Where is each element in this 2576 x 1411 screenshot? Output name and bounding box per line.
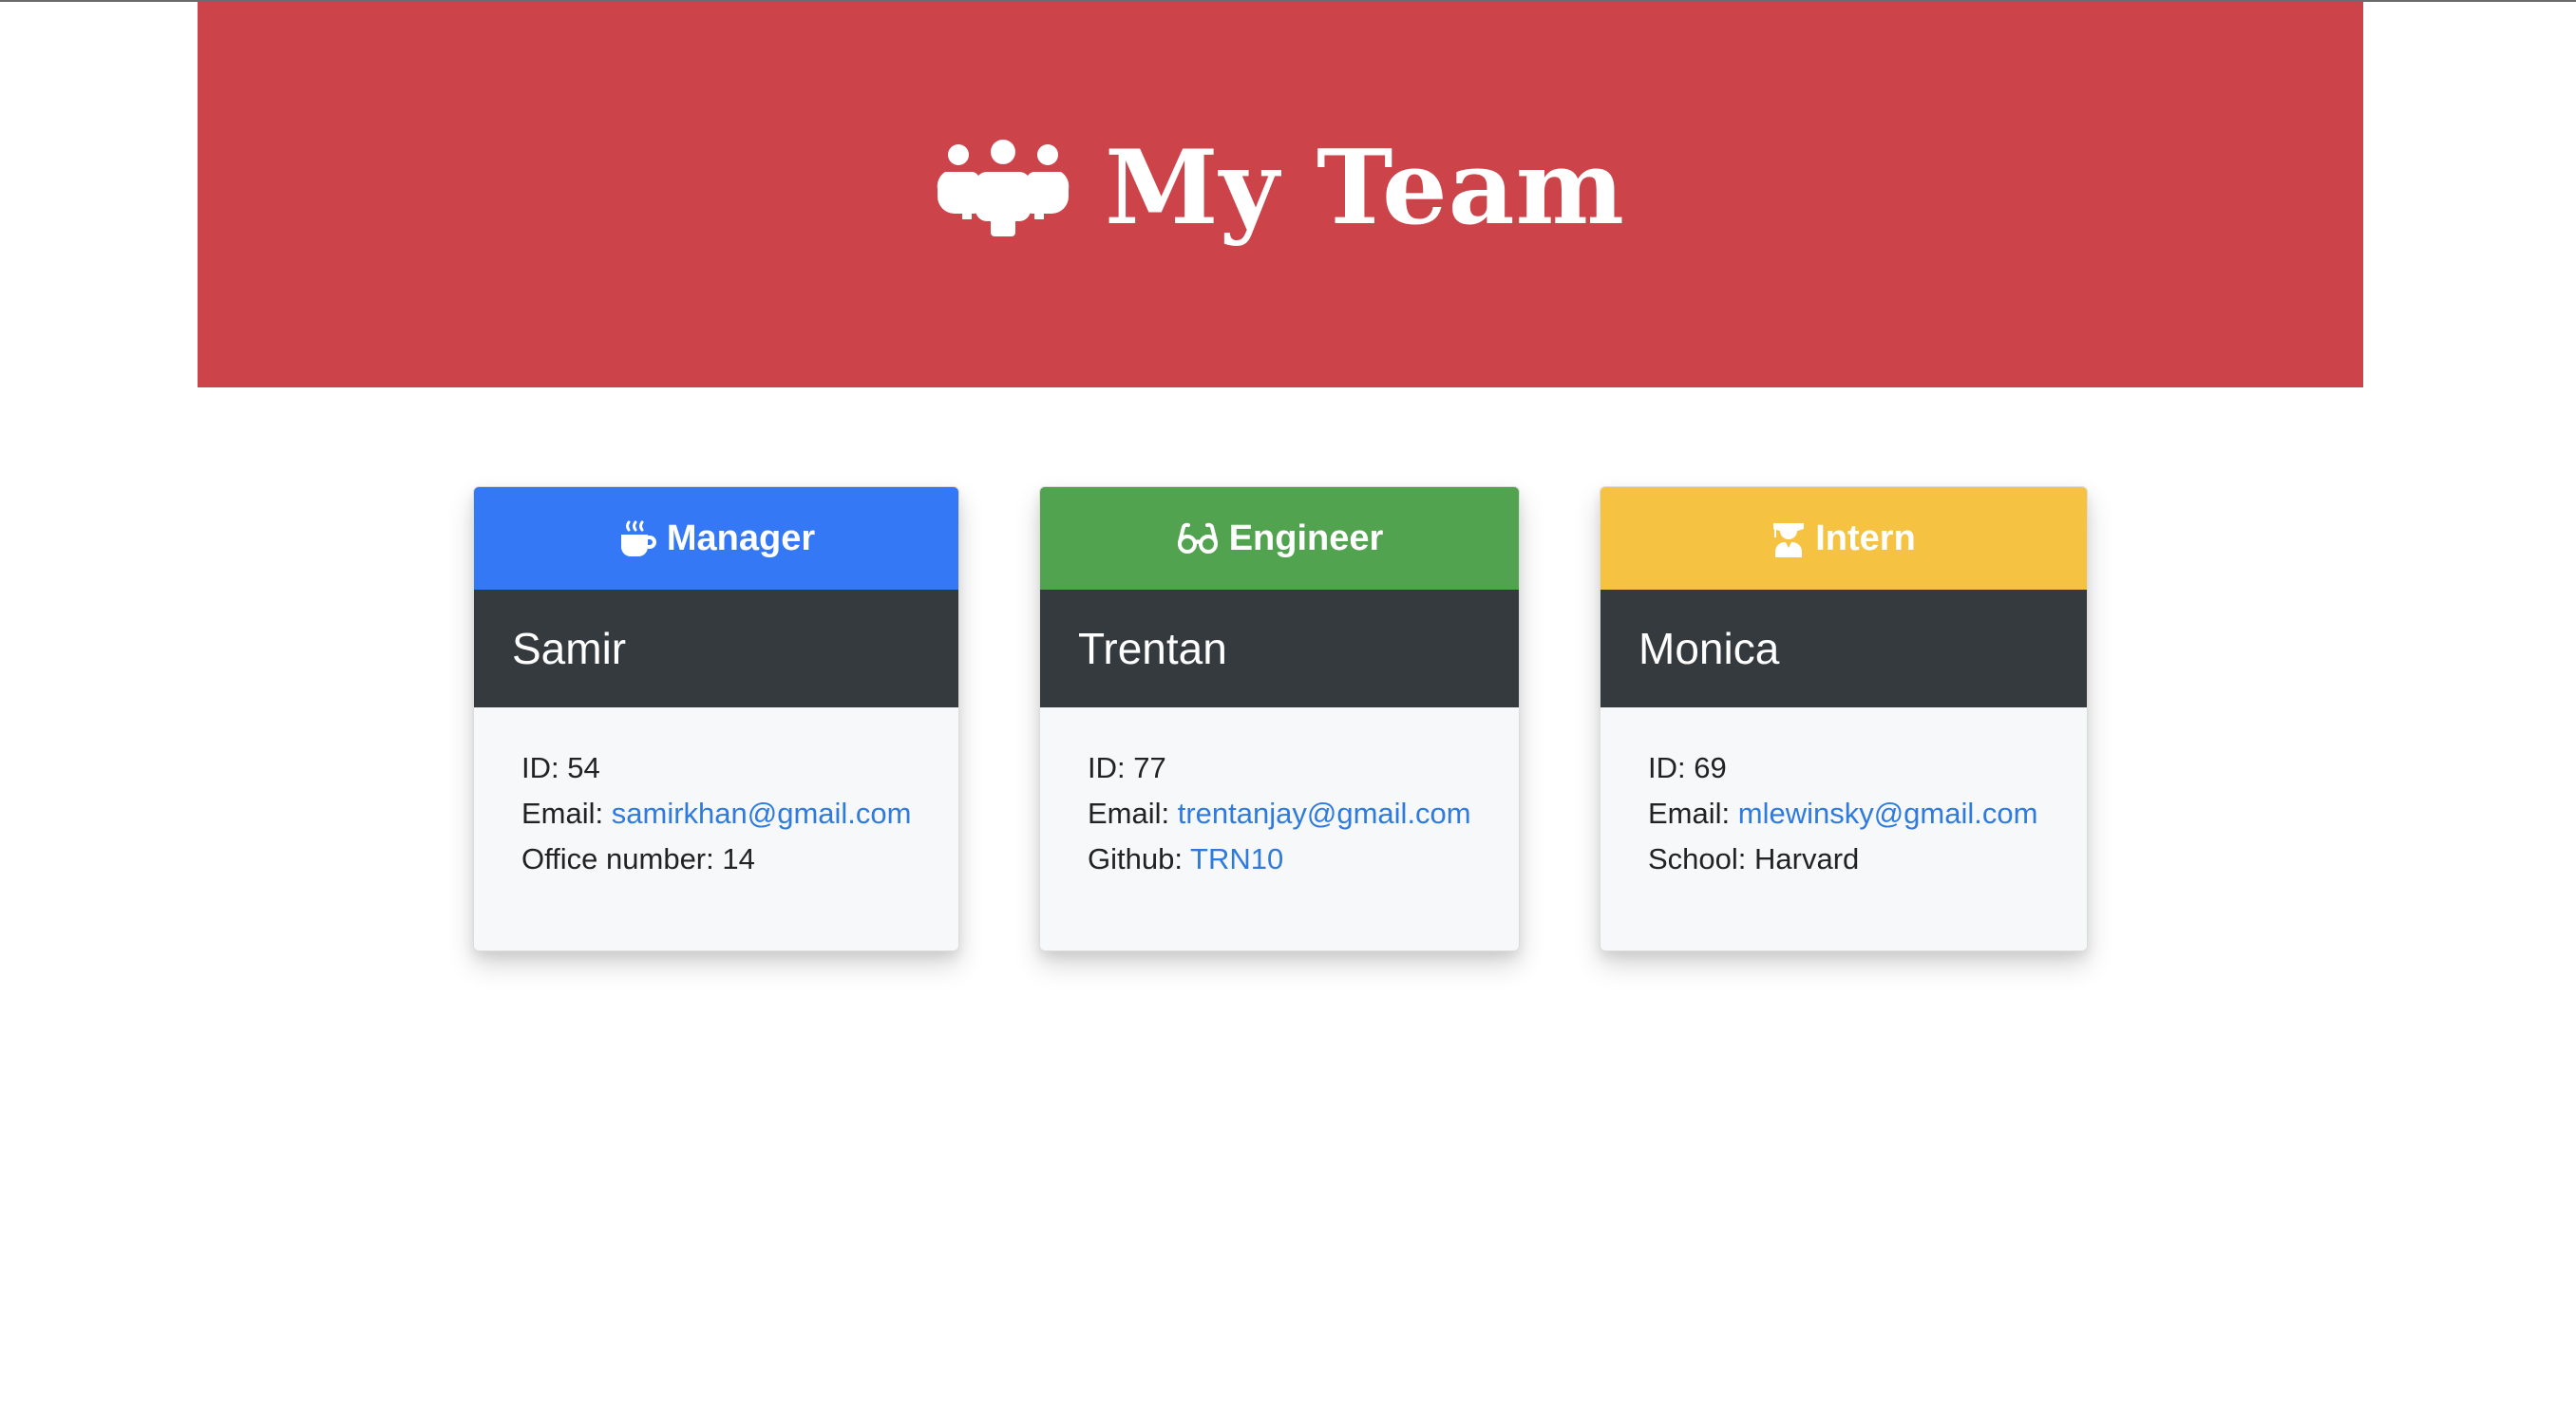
header-content: My Team	[936, 128, 1625, 248]
id-value: 69	[1694, 751, 1727, 784]
card-details: ID: 54 Email: samirkhan@gmail.com Office…	[474, 707, 958, 882]
school-label: School:	[1648, 842, 1755, 875]
card-employee-name: Samir	[474, 590, 958, 707]
card-role-label: Intern	[1815, 517, 1916, 558]
id-label: ID:	[1088, 751, 1134, 784]
id-row: ID: 69	[1648, 745, 2087, 791]
card-details: ID: 77 Email: trentanjay@gmail.com Githu…	[1040, 707, 1519, 882]
employee-card-manager: Manager Samir ID: 54 Email: samirkhan@gm…	[473, 486, 959, 951]
school-row: School: Harvard	[1648, 837, 2087, 882]
email-label: Email:	[1088, 797, 1178, 830]
github-label: Github:	[1088, 842, 1191, 875]
email-row: Email: mlewinsky@gmail.com	[1648, 791, 2087, 837]
card-role-header: Intern	[1601, 487, 2087, 590]
card-role-header: Engineer	[1040, 487, 1519, 590]
card-employee-name: Trentan	[1040, 590, 1519, 707]
users-icon	[936, 140, 1070, 236]
office-number-row: Office number: 14	[521, 837, 958, 882]
glasses-icon	[1176, 521, 1220, 555]
email-label: Email:	[1648, 797, 1738, 830]
id-row: ID: 77	[1088, 745, 1519, 791]
id-label: ID:	[1648, 751, 1695, 784]
page-title: My Team	[1105, 128, 1625, 248]
card-role-header: Manager	[474, 487, 958, 590]
id-value: 77	[1133, 751, 1166, 784]
id-label: ID:	[521, 751, 568, 784]
user-graduate-icon	[1771, 519, 1806, 557]
github-link[interactable]: TRN10	[1190, 842, 1283, 875]
card-role-label: Manager	[666, 517, 816, 558]
office-number-value: 14	[722, 842, 755, 875]
office-number-label: Office number:	[521, 842, 723, 875]
card-role-label: Engineer	[1228, 517, 1384, 558]
school-value: Harvard	[1754, 842, 1860, 875]
email-row: Email: trentanjay@gmail.com	[1088, 791, 1519, 837]
email-label: Email:	[521, 797, 612, 830]
email-row: Email: samirkhan@gmail.com	[521, 791, 958, 837]
card-employee-name: Monica	[1601, 590, 2087, 707]
employee-card-intern: Intern Monica ID: 69 Email: mlewinsky@gm…	[1600, 486, 2088, 951]
email-link[interactable]: samirkhan@gmail.com	[612, 797, 912, 830]
card-details: ID: 69 Email: mlewinsky@gmail.com School…	[1601, 707, 2087, 882]
id-row: ID: 54	[521, 745, 958, 791]
email-link[interactable]: mlewinsky@gmail.com	[1738, 797, 2038, 830]
header-banner: My Team	[198, 2, 2363, 387]
github-row: Github: TRN10	[1088, 837, 1519, 882]
id-value: 54	[567, 751, 600, 784]
employee-card-engineer: Engineer Trentan ID: 77 Email: trentanja…	[1039, 486, 1520, 951]
mug-hot-icon	[617, 518, 657, 558]
email-link[interactable]: trentanjay@gmail.com	[1178, 797, 1471, 830]
